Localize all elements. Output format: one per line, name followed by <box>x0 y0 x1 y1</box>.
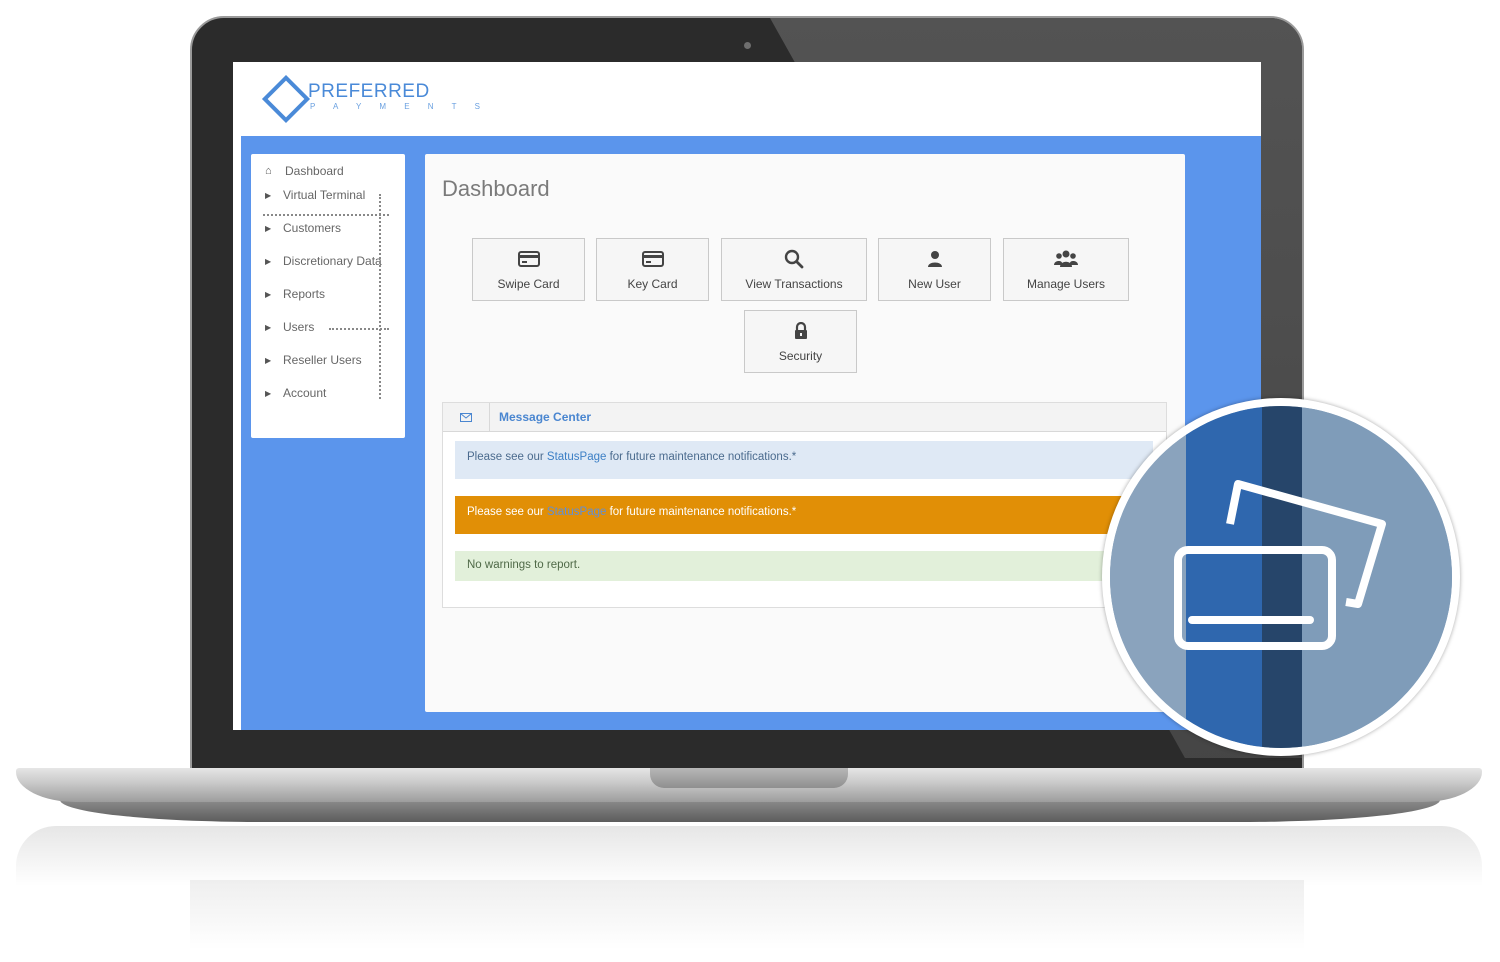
sidebar-item-discretionary-data[interactable]: ▶ Discretionary Data <box>265 252 382 270</box>
brand-subtitle: P A Y M E N T S <box>310 102 488 111</box>
sidebar-item-reseller-users[interactable]: ▶ Reseller Users <box>265 351 362 369</box>
message-center-header: Message Center <box>443 403 1166 432</box>
manage-users-button[interactable]: Manage Users <box>1003 238 1129 301</box>
tile-label: View Transactions <box>745 277 843 291</box>
sidebar-item-customers[interactable]: ▶ Customers <box>265 219 341 237</box>
info-alert: Please see our StatusPage for future mai… <box>455 441 1153 479</box>
tile-label: Manage Users <box>1026 277 1106 291</box>
credit-card-icon <box>517 249 540 269</box>
app-header: PREFERRED P A Y M E N T S <box>233 62 1261 136</box>
sidebar-item-label: Account <box>283 386 327 400</box>
success-alert: No warnings to report. <box>455 551 1153 581</box>
status-page-link[interactable]: StatusPage <box>547 451 606 463</box>
laptop-reflection-lid <box>190 880 1304 950</box>
feature-badge-inner <box>1110 406 1452 748</box>
laptop-base-notch <box>650 768 848 788</box>
laptop-reflection <box>16 826 1482 886</box>
brand-logo-icon <box>261 74 311 124</box>
alert-text: No warnings to report. <box>467 559 581 571</box>
alert-text: for future maintenance notifications.* <box>606 451 797 463</box>
sidebar-item-account[interactable]: ▶ Account <box>265 384 326 402</box>
home-icon: ⌂ <box>265 165 272 177</box>
tile-label: Key Card <box>627 277 678 291</box>
alert-text: Please see our <box>467 451 547 463</box>
alert-text: Please see our <box>467 506 547 518</box>
sidebar-item-label: Virtual Terminal <box>283 188 366 202</box>
swipe-card-button[interactable]: Swipe Card <box>472 238 585 301</box>
sidebar-item-virtual-terminal[interactable]: ▶ Virtual Terminal <box>265 186 365 204</box>
sidebar: ⌂ Dashboard ▶ Virtual Terminal ▶ Custome… <box>251 154 405 438</box>
key-card-button[interactable]: Key Card <box>596 238 709 301</box>
sidebar-item-label: Customers <box>283 221 342 235</box>
users-icon <box>1054 249 1078 269</box>
credit-card-icon <box>641 249 664 269</box>
sidebar-item-label: Discretionary Data <box>283 254 382 268</box>
sidebar-item-reports[interactable]: ▶ Reports <box>265 285 325 303</box>
caret-right-icon: ▶ <box>265 223 272 233</box>
sidebar-item-label: Reports <box>283 287 326 301</box>
message-center-title: Message Center <box>499 410 592 424</box>
laptop-base-shadow <box>60 800 1440 822</box>
lock-icon <box>793 321 809 341</box>
caret-right-icon: ▶ <box>265 190 272 200</box>
dotted-divider-vertical <box>379 194 381 399</box>
status-page-link[interactable]: StatusPage <box>547 506 606 518</box>
feature-badge <box>1102 398 1460 756</box>
new-user-button[interactable]: New User <box>878 238 991 301</box>
tile-label: Swipe Card <box>497 277 560 291</box>
dotted-divider <box>263 214 389 216</box>
search-icon <box>784 249 804 269</box>
caret-right-icon: ▶ <box>265 256 272 266</box>
sidebar-item-label: Users <box>283 320 315 334</box>
sidebar-item-label: Reseller Users <box>283 353 362 367</box>
sidebar-item-label: Dashboard <box>285 164 344 178</box>
app-screen: PREFERRED P A Y M E N T S ⌂ Dashboard ▶ … <box>233 62 1261 730</box>
caret-right-icon: ▶ <box>265 322 272 332</box>
view-transactions-button[interactable]: View Transactions <box>721 238 867 301</box>
alert-text: for future maintenance notifications.* <box>606 506 797 518</box>
caret-right-icon: ▶ <box>265 289 272 299</box>
caret-right-icon: ▶ <box>265 388 272 398</box>
page-title: Dashboard <box>442 176 550 201</box>
security-button[interactable]: Security <box>744 310 857 373</box>
card-swipe-icon <box>1174 480 1386 650</box>
user-icon <box>926 249 944 269</box>
warning-alert: Please see our StatusPage for future mai… <box>455 496 1153 534</box>
brand-name: PREFERRED <box>308 81 430 102</box>
tile-label: New User <box>908 277 961 291</box>
tile-label: Security <box>778 349 823 363</box>
main-panel: Dashboard Swipe Card Key Card View Trans… <box>425 154 1185 712</box>
caret-right-icon: ▶ <box>265 355 272 365</box>
camera-icon <box>744 42 751 49</box>
message-center: Message Center Please see our StatusPage… <box>442 402 1167 608</box>
envelope-icon <box>443 403 490 431</box>
sidebar-item-dashboard[interactable]: ⌂ Dashboard <box>265 162 344 180</box>
sidebar-item-users[interactable]: ▶ Users <box>265 318 314 336</box>
